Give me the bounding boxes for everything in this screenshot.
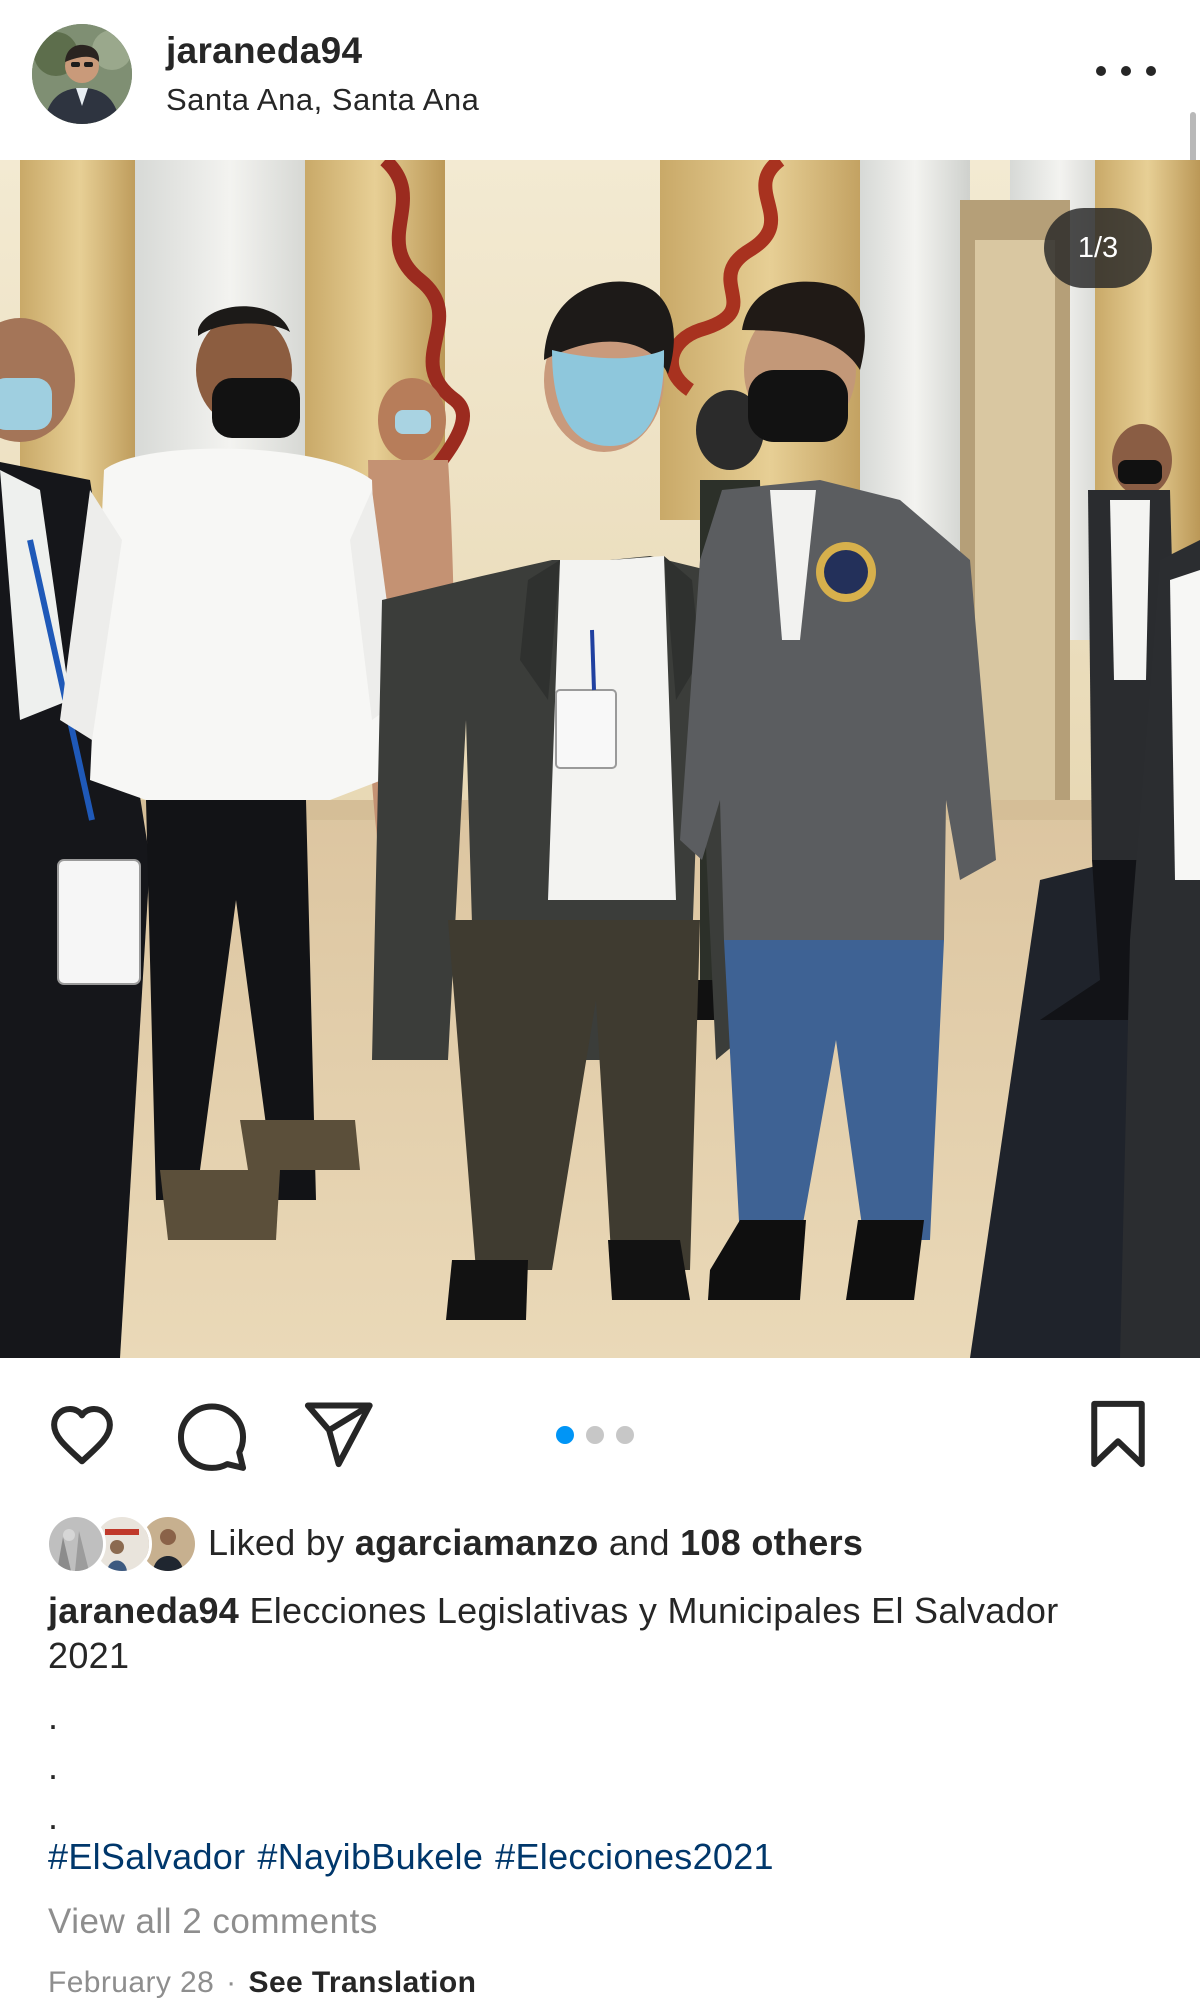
comment-button[interactable] xyxy=(174,1396,250,1472)
meta-separator: · xyxy=(226,1966,237,1999)
post-location[interactable]: Santa Ana, Santa Ana xyxy=(166,82,479,118)
likes-row: Liked by agarciamanzo and 108 others xyxy=(46,1512,1146,1574)
caption-dot: . xyxy=(48,1696,59,1737)
hashtag-link[interactable]: #Elecciones2021 xyxy=(495,1836,774,1877)
bookmark-icon xyxy=(1091,1400,1145,1468)
likes-summary[interactable]: Liked by agarciamanzo and 108 others xyxy=(208,1522,863,1564)
more-dot xyxy=(1096,66,1106,76)
carousel-dot xyxy=(616,1426,634,1444)
likes-count-link[interactable]: 108 others xyxy=(680,1522,863,1563)
more-horizontal-icon[interactable] xyxy=(1096,56,1156,86)
send-icon xyxy=(304,1402,373,1468)
post-caption: jaraneda94 Elecciones Legislativas y Mun… xyxy=(48,1588,1128,1678)
profile-avatar[interactable] xyxy=(32,24,132,124)
caption-dot: . xyxy=(48,1746,59,1787)
heart-icon xyxy=(51,1405,113,1465)
post-meta: February 28 · See Translation xyxy=(48,1966,476,2000)
more-dot xyxy=(1121,66,1131,76)
hashtag-link[interactable]: #ElSalvador xyxy=(48,1836,245,1877)
post-header: jaraneda94 Santa Ana, Santa Ana xyxy=(0,0,1200,176)
carousel-dot xyxy=(586,1426,604,1444)
hashtag-list: #ElSalvador #NayibBukele #Elecciones2021 xyxy=(48,1836,786,1878)
post-photo[interactable]: 1/3 xyxy=(0,160,1200,1358)
likes-prefix: Liked by xyxy=(208,1522,345,1563)
first-liker-link[interactable]: agarciamanzo xyxy=(355,1522,599,1563)
save-button[interactable] xyxy=(1080,1396,1156,1472)
share-button[interactable] xyxy=(300,1396,376,1472)
post-username[interactable]: jaraneda94 xyxy=(166,30,362,72)
action-bar xyxy=(0,1358,1200,1508)
hashtag-link[interactable]: #NayibBukele xyxy=(257,1836,483,1877)
comment-icon xyxy=(177,1403,247,1471)
liker-avatars[interactable] xyxy=(46,1514,198,1574)
view-all-comments-link[interactable]: View all 2 comments xyxy=(48,1902,378,1942)
liker-avatar xyxy=(46,1514,106,1574)
post-date: February 28 xyxy=(48,1966,215,1999)
see-translation-link[interactable]: See Translation xyxy=(249,1966,477,1999)
more-dot xyxy=(1146,66,1156,76)
caption-username[interactable]: jaraneda94 xyxy=(48,1590,239,1631)
likes-conjunction: and xyxy=(608,1522,670,1563)
caption-dot: . xyxy=(48,1796,59,1837)
carousel-page-indicator: 1/3 xyxy=(1044,208,1152,288)
carousel-dots xyxy=(556,1426,634,1444)
like-button[interactable] xyxy=(44,1396,120,1472)
carousel-dot-active xyxy=(556,1426,574,1444)
